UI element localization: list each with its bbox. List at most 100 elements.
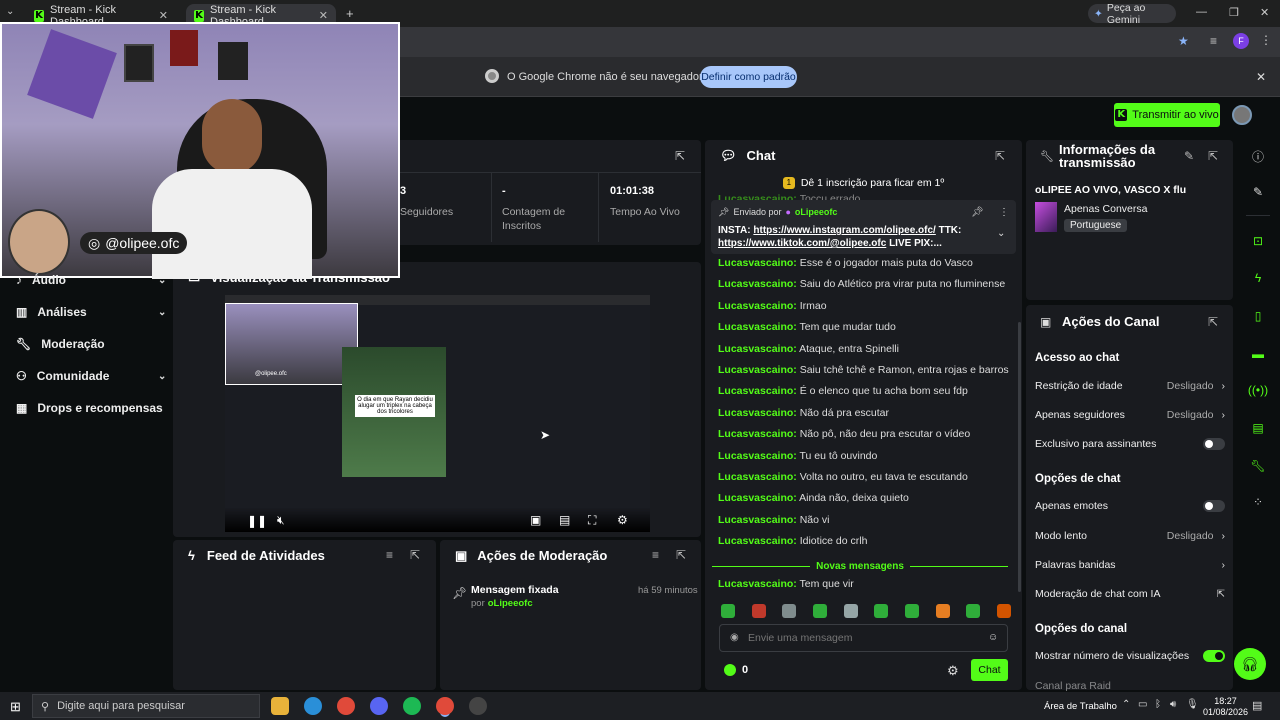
instagram-link[interactable]: https://www.instagram.com/olipee.ofc/ [753, 225, 935, 236]
clip-icon[interactable]: ⊡ [1248, 231, 1268, 251]
chat-settings-icon[interactable]: ⚙ [947, 663, 959, 679]
chat-username[interactable]: Lucasvascaino: [718, 343, 797, 355]
reading-list-icon[interactable]: ≡ [1210, 34, 1217, 48]
network-icon[interactable]: ▭ [1138, 699, 1147, 710]
pinned-user[interactable]: oLipeeofc [795, 207, 838, 218]
bolt-icon[interactable]: ϟ [1248, 268, 1268, 288]
edit-icon[interactable]: ✎ [1248, 182, 1268, 202]
chat-username[interactable]: Lucasvascaino: [718, 535, 797, 547]
file-explorer-icon[interactable] [271, 697, 289, 715]
mod-icon[interactable]: ▤ [1248, 418, 1268, 438]
pause-icon[interactable]: ❚❚ [247, 514, 267, 528]
mute-icon[interactable]: 🔇︎ [277, 513, 285, 528]
more-options-icon[interactable]: ⋮ [999, 207, 1009, 218]
desktop-label[interactable]: Área de Trabalho [1044, 701, 1117, 712]
emote-icon[interactable] [996, 604, 1011, 618]
edit-icon[interactable]: ✎ [1184, 149, 1194, 163]
gemini-button[interactable]: ✦ Peça ao Gemini [1088, 2, 1176, 26]
tab-search-icon[interactable]: ⌄ [6, 6, 14, 17]
emote-icon[interactable] [904, 604, 919, 618]
minimize-icon[interactable]: — [1196, 6, 1207, 18]
set-default-button[interactable]: Definir como padrão [700, 66, 797, 88]
settings-icon[interactable]: ⚙ [617, 513, 628, 527]
windows-start-icon[interactable]: ⊞ [10, 699, 21, 715]
go-live-button[interactable]: K Transmitir ao vivo [1114, 103, 1220, 127]
show-views-toggle[interactable] [1203, 650, 1225, 662]
sidebar-item-moderation[interactable]: 🔧︎ Moderação [16, 337, 105, 351]
notifications-icon[interactable]: ▤ [1252, 699, 1262, 712]
emote-icon[interactable] [935, 604, 950, 618]
chevron-up-icon[interactable]: ⌃ [1122, 699, 1130, 710]
support-button[interactable]: 🎧︎ [1234, 648, 1266, 680]
sub-goal-banner[interactable]: 1 Dê 1 inscrição para ficar em 1º [705, 172, 1022, 194]
filter-icon[interactable]: ≡ [386, 548, 393, 562]
chat-scrollbar[interactable] [1018, 322, 1021, 592]
emote-icon[interactable] [721, 604, 735, 618]
new-messages-divider[interactable]: Novas mensagens [712, 561, 1009, 572]
popout-icon[interactable]: ⇱ [995, 149, 1005, 163]
chat-username[interactable]: Lucasvascaino: [718, 300, 797, 312]
stream-video[interactable]: @olipee.ofc O dia em que Rayan decidiu a… [225, 295, 650, 532]
chat-username[interactable]: Lucasvascaino: [718, 471, 797, 483]
discord-icon[interactable] [370, 697, 388, 715]
age-restriction-row[interactable]: Restrição de idade Desligado › [1035, 380, 1225, 392]
chat-username[interactable]: Lucasvascaino: [718, 492, 797, 504]
infobar-close-icon[interactable]: ✕ [1256, 70, 1266, 84]
chat-username[interactable]: Lucasvascaino: [718, 278, 797, 290]
chrome-icon[interactable] [337, 697, 355, 715]
channel-points[interactable]: 0 [724, 664, 748, 676]
theater-icon[interactable]: ▤ [559, 513, 570, 527]
tiktok-link[interactable]: https://www.tiktok.com/@olipee.ofc [718, 238, 886, 249]
popout-icon[interactable]: ⇱ [675, 149, 685, 163]
emotes-only-toggle[interactable] [1203, 500, 1225, 512]
emote-icon[interactable] [751, 604, 766, 618]
popout-icon[interactable]: ⇱ [410, 548, 420, 562]
filter-icon[interactable]: ≡ [652, 548, 659, 562]
spotify-icon[interactable] [403, 697, 421, 715]
pip-icon[interactable]: ▣ [530, 513, 541, 527]
profile-avatar[interactable]: F [1233, 33, 1249, 49]
mod-item-user[interactable]: oLipeeofc [488, 598, 533, 609]
subs-only-toggle[interactable] [1203, 438, 1225, 450]
emoji-picker-icon[interactable]: ☺ [988, 632, 998, 643]
chevron-down-icon[interactable]: ⌄ [997, 228, 1005, 239]
unpin-icon[interactable]: 📌︎ [971, 207, 984, 218]
emote-icon[interactable] [843, 604, 858, 618]
edge-icon[interactable] [304, 697, 322, 715]
chat-username[interactable]: Lucasvascaino: [718, 407, 797, 419]
sidebar-item-community[interactable]: ⚇ Comunidade ⌄ [16, 369, 166, 383]
bluetooth-icon[interactable]: ᛒ [1155, 699, 1161, 710]
slow-mode-row[interactable]: Modo lento Desligado › [1035, 530, 1225, 542]
maximize-icon[interactable]: ❐ [1229, 6, 1239, 19]
emote-icon[interactable] [874, 604, 889, 618]
apps-icon[interactable]: ⁘ [1248, 492, 1268, 512]
bookmark-star-icon[interactable]: ★ [1178, 34, 1189, 48]
chat-username[interactable]: Lucasvascaino: [718, 257, 797, 269]
broadcast-icon[interactable]: ((•)) [1248, 380, 1268, 400]
chat-input-box[interactable]: ◉ ☺ [719, 624, 1008, 652]
popout-icon[interactable]: ⇱ [1208, 315, 1218, 329]
emote-icon[interactable] [966, 604, 981, 618]
popout-icon[interactable]: ⇱ [1208, 149, 1218, 163]
chat-username[interactable]: Lucasvascaino: [718, 450, 797, 462]
emote-icon[interactable] [782, 604, 797, 618]
browser-menu-icon[interactable]: ⋮ [1260, 33, 1272, 47]
followers-only-row[interactable]: Apenas seguidores Desligado › [1035, 409, 1225, 421]
user-avatar[interactable] [1232, 105, 1252, 125]
volume-icon[interactable]: 🔊︎ [1170, 699, 1176, 710]
banned-words-row[interactable]: Palavras banidas › [1035, 559, 1225, 571]
taskbar-search[interactable]: ⚲ Digite aqui para pesquisar [32, 694, 260, 718]
emote-icon[interactable] [812, 604, 827, 618]
sidebar-item-drops[interactable]: ▦ Drops e recompensas [16, 401, 163, 415]
close-tab-icon[interactable]: ✕ [159, 9, 168, 22]
close-tab-icon[interactable]: ✕ [319, 9, 328, 22]
pinned-message[interactable]: 📌︎ Enviado por ● oLipeeofc 📌︎ ⋮ INSTA: h… [711, 200, 1016, 254]
obs-icon[interactable] [469, 697, 487, 715]
fullscreen-icon[interactable]: ⛶ [588, 513, 596, 528]
notes-icon[interactable]: ▯ [1248, 306, 1268, 326]
chat-username[interactable]: Lucasvascaino: [718, 385, 797, 397]
wrench-icon[interactable]: 🔧︎ [1248, 456, 1268, 476]
chat-send-button[interactable]: Chat [971, 659, 1008, 681]
chrome-icon[interactable] [436, 697, 454, 715]
chat-icon[interactable]: ▬ [1248, 344, 1268, 364]
